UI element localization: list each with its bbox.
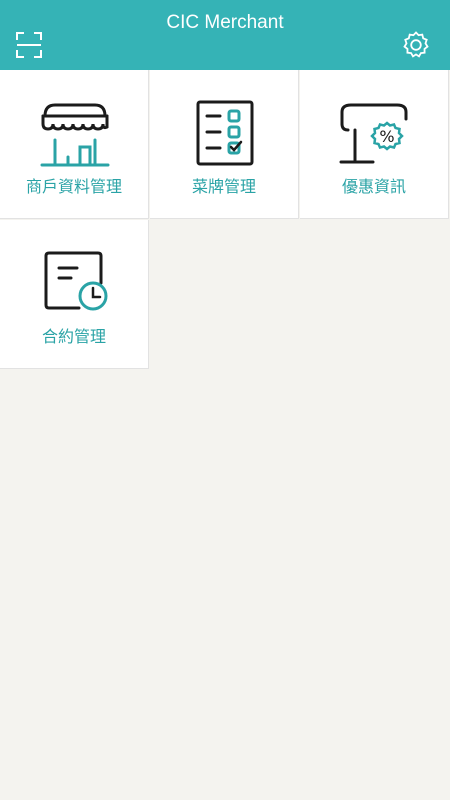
settings-button[interactable] [402,31,430,59]
menu-management-tile[interactable]: 菜牌管理 [150,70,299,219]
merchant-info-label: 商戶資料管理 [25,177,122,196]
store-discount-icon: % [337,100,413,168]
app-title: CIC Merchant [166,12,284,33]
contract-management-label: 合約管理 [41,327,106,346]
menu-checklist-icon [187,100,263,168]
merchant-info-tile[interactable]: 商戶資料管理 [0,70,149,219]
app-header: CIC Merchant [0,0,450,70]
promotions-label: 優惠資訊 [341,177,406,196]
menu-management-label: 菜牌管理 [191,177,256,196]
storefront-icon [37,100,113,168]
svg-text:%: % [379,127,394,146]
contract-clock-icon [37,250,113,318]
contract-management-tile[interactable]: 合約管理 [0,220,149,369]
gear-icon [403,31,429,58]
promotions-tile[interactable]: % 優惠資訊 [300,70,449,219]
